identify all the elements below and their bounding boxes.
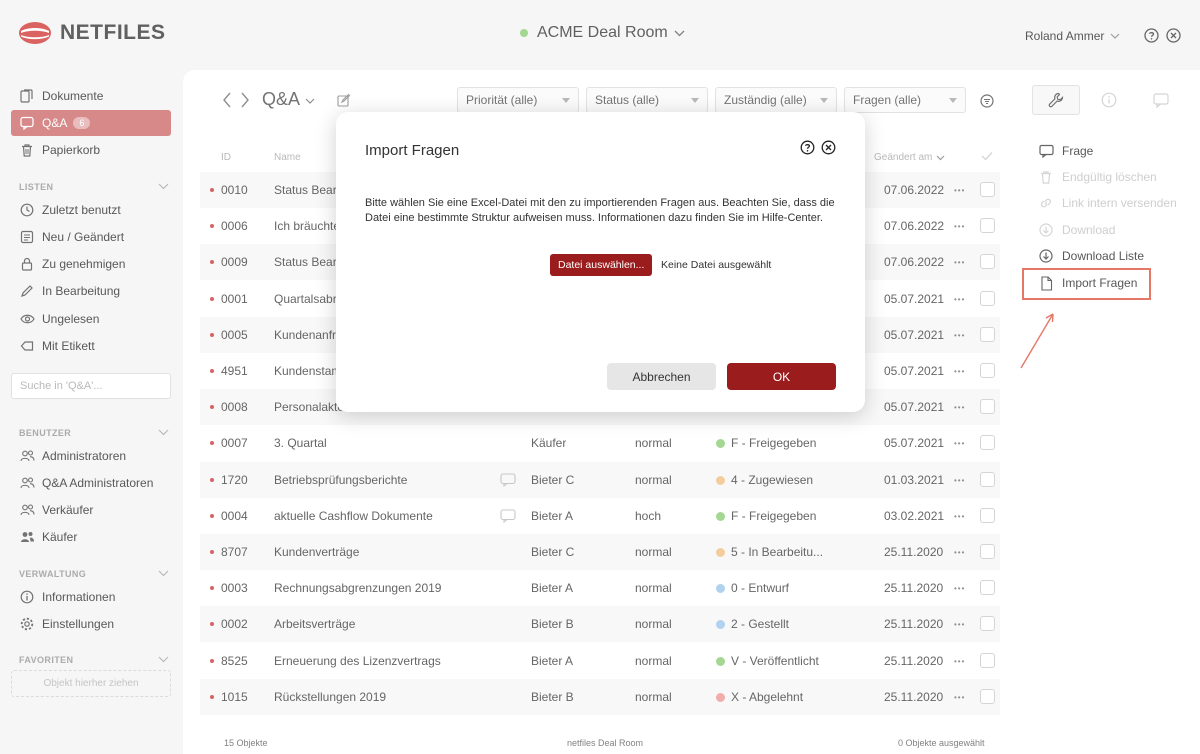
dialog-description: Bitte wählen Sie eine Excel-Datei mit de… [365, 197, 835, 224]
cancel-button[interactable]: Abbrechen [607, 363, 716, 390]
dialog-title: Import Fragen [365, 142, 460, 159]
choose-file-button[interactable]: Datei auswählen... [550, 254, 653, 276]
help-icon[interactable] [800, 140, 815, 155]
ok-button[interactable]: OK [727, 363, 836, 390]
import-fragen-dialog: Import Fragen Bitte wählen Sie eine Exce… [336, 112, 865, 412]
close-icon[interactable] [821, 140, 836, 155]
no-file-label: Keine Datei ausgewählt [661, 259, 772, 271]
